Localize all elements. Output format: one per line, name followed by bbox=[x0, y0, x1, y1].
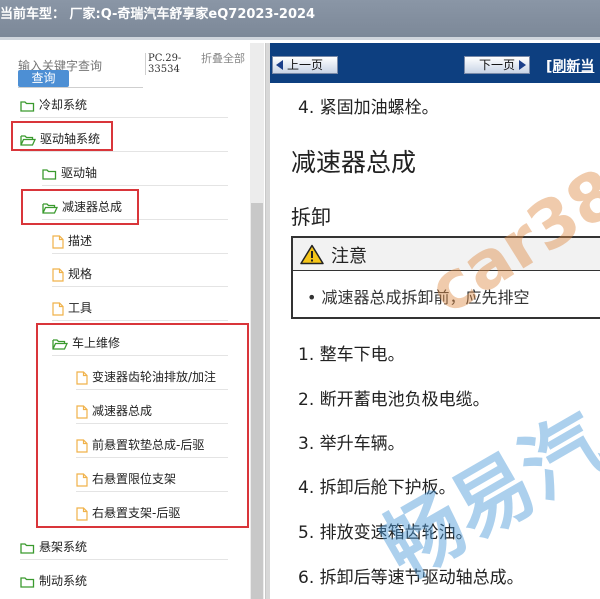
divider bbox=[52, 253, 228, 254]
notice-box: 注意 • 减速器总成拆卸前，应先排空 bbox=[291, 236, 600, 319]
step-item: 5. 排放变速箱齿轮油。 bbox=[298, 523, 473, 543]
app-window: 当前车型： 厂家:Q-奇瑞汽车舒享家eQ72023-2024 查询 PC.29-… bbox=[0, 0, 600, 599]
tree-item-drive-shaft[interactable]: 驱动轴 bbox=[42, 162, 97, 184]
step-item: 4. 紧固加油螺栓。 bbox=[298, 98, 439, 118]
document-icon bbox=[52, 234, 64, 249]
prev-page-button[interactable]: 上一页 bbox=[272, 56, 338, 74]
divider bbox=[20, 559, 228, 560]
divider bbox=[42, 185, 228, 186]
warning-icon bbox=[300, 244, 324, 265]
tree-item-suspension-system[interactable]: 悬架系统 bbox=[20, 536, 87, 558]
divider bbox=[20, 151, 228, 152]
divider bbox=[20, 117, 228, 118]
tree-item-cooling-system[interactable]: 冷却系统 bbox=[20, 94, 87, 116]
search-button[interactable]: 查询 bbox=[18, 70, 69, 87]
tree-item-brake-system[interactable]: 制动系统 bbox=[20, 570, 87, 592]
tree-item-tools[interactable]: 工具 bbox=[52, 297, 92, 319]
tree-item-description[interactable]: 描述 bbox=[52, 230, 92, 252]
tree-item-label: 冷却系统 bbox=[39, 98, 88, 112]
notice-title: 注意 bbox=[331, 246, 367, 267]
notice-header: 注意 bbox=[293, 238, 600, 271]
divider bbox=[52, 320, 228, 321]
next-page-button[interactable]: 下一页 bbox=[464, 56, 530, 74]
search-divider bbox=[18, 87, 143, 88]
step-item: 2. 断开蓄电池负极电缆。 bbox=[298, 390, 490, 410]
prev-page-label: 上一页 bbox=[287, 58, 324, 72]
navigation-panel: 查询 PC.29-33534 折叠全部 冷却系统 驱动轴系统 驱动轴 减速器总成… bbox=[0, 43, 266, 599]
collapse-all-button[interactable]: 折叠全部 bbox=[201, 53, 245, 65]
folder-icon bbox=[20, 542, 35, 554]
refresh-link[interactable]: [刷新当 bbox=[546, 56, 594, 76]
document-icon bbox=[52, 301, 64, 316]
next-page-label: 下一页 bbox=[479, 58, 516, 72]
sidebar-scroll-thumb[interactable] bbox=[251, 203, 263, 599]
folder-icon bbox=[42, 168, 57, 180]
step-item: 6. 拆卸后等速节驱动轴总成。 bbox=[298, 568, 524, 588]
step-item: 4. 拆卸后舱下护板。 bbox=[298, 478, 456, 498]
step-item: 1. 整车下电。 bbox=[298, 345, 405, 365]
document-content: 4. 紧固加油螺栓。 减速器总成 拆卸 注意 • 减速器总成拆卸前，应先排空 1… bbox=[270, 83, 600, 599]
tree-item-specification[interactable]: 规格 bbox=[52, 263, 92, 285]
tree-item-label: 描述 bbox=[68, 234, 93, 248]
section-subtitle: 拆卸 bbox=[291, 205, 331, 229]
section-title: 减速器总成 bbox=[291, 148, 417, 177]
tree-item-label: 工具 bbox=[68, 301, 93, 315]
divider bbox=[52, 286, 228, 287]
arrow-left-icon bbox=[276, 60, 283, 70]
notice-text: • 减速器总成拆卸前，应先排空 bbox=[307, 288, 530, 307]
step-item: 3. 举升车辆。 bbox=[298, 434, 405, 454]
highlight-box bbox=[11, 121, 113, 151]
tree-item-label: 规格 bbox=[68, 267, 93, 281]
document-icon bbox=[52, 267, 64, 282]
folder-icon bbox=[20, 100, 35, 112]
pc-code: PC.29-33534 bbox=[145, 53, 197, 75]
current-vehicle-label: 当前车型： 厂家:Q-奇瑞汽车舒享家eQ72023-2024 bbox=[0, 7, 316, 22]
arrow-right-icon bbox=[519, 60, 526, 70]
folder-icon bbox=[20, 576, 35, 588]
tree-item-label: 制动系统 bbox=[39, 574, 88, 588]
title-bar: 当前车型： 厂家:Q-奇瑞汽车舒享家eQ72023-2024 bbox=[0, 0, 600, 40]
tree-item-label: 悬架系统 bbox=[39, 540, 88, 554]
document-toolbar: 上一页 下一页 [刷新当 bbox=[270, 43, 600, 83]
highlight-box bbox=[21, 189, 139, 225]
highlight-box bbox=[36, 323, 249, 528]
tree-item-label: 驱动轴 bbox=[61, 166, 98, 180]
document-viewer: 上一页 下一页 [刷新当 4. 紧固加油螺栓。 减速器总成 拆卸 注意 • 减速… bbox=[270, 43, 600, 599]
